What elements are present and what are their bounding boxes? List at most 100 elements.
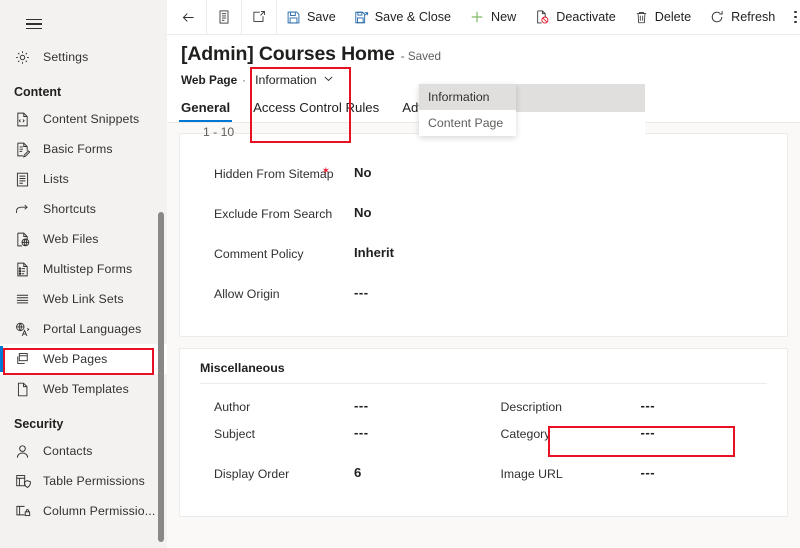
sidebar-item-content-snippets[interactable]: Content Snippets [0, 104, 167, 134]
save-and-close-icon [354, 10, 369, 25]
contact-icon [14, 443, 31, 460]
delete-button[interactable]: Delete [625, 0, 700, 35]
sidebar-item-shortcuts[interactable]: Shortcuts [0, 194, 167, 224]
field-label: Allow Origin [214, 284, 354, 303]
form-selector-value: Information [255, 73, 317, 87]
separator-dot: · [242, 73, 246, 87]
sidebar-item-label: Contacts [43, 444, 93, 458]
sidebar-item-settings[interactable]: Settings [0, 42, 167, 72]
save-icon [286, 10, 301, 25]
shortcut-icon [14, 201, 31, 218]
dropdown-option-information[interactable]: Information [419, 84, 516, 110]
new-button[interactable]: New [460, 0, 525, 35]
hamburger-menu-icon[interactable] [14, 8, 54, 40]
column-permission-icon [14, 503, 31, 520]
save-and-close-button[interactable]: Save & Close [345, 0, 460, 35]
sidebar-item-multistep-forms[interactable]: Multistep Forms [0, 254, 167, 284]
partial-hidden-row-text: 1 - 10 [203, 125, 234, 139]
form-icon [14, 141, 31, 158]
form-list-button[interactable] [207, 0, 241, 35]
sidebar-item-label: Column Permissio... [43, 504, 155, 518]
sidebar-item-web-files[interactable]: Web Files [0, 224, 167, 254]
form-field-exclude-from-search[interactable]: Exclude From Search No [214, 204, 501, 223]
field-label: Subject [214, 424, 354, 443]
section-heading-miscellaneous: Miscellaneous [180, 349, 787, 383]
link-set-icon [14, 291, 31, 308]
form-card-general: Hidden From Sitemap ✶ No Exclude From Se… [179, 133, 788, 337]
delete-button-label: Delete [655, 10, 691, 24]
field-value: --- [641, 424, 656, 440]
trash-icon [634, 10, 649, 25]
sidebar-item-table-permissions[interactable]: Table Permissions [0, 466, 167, 496]
field-value: --- [354, 284, 369, 300]
deactivate-button[interactable]: Deactivate [525, 0, 625, 35]
tab-access-control-rules[interactable]: Access Control Rules [253, 100, 379, 122]
refresh-button[interactable]: Refresh [700, 0, 784, 35]
gear-icon [14, 49, 31, 66]
sidebar-scrollbar[interactable] [158, 212, 164, 542]
form-selector-dropdown[interactable]: Information Content Page [419, 84, 516, 136]
form-field-hidden-from-sitemap[interactable]: Hidden From Sitemap ✶ No [214, 164, 501, 183]
form-field-image-url[interactable]: Image URL --- [501, 464, 788, 483]
form-field-description[interactable]: Description --- [501, 397, 788, 416]
form-field-subject[interactable]: Subject --- [214, 424, 501, 443]
form-row: Hidden From Sitemap ✶ No [180, 164, 787, 204]
sidebar-item-web-pages[interactable]: Web Pages [0, 344, 167, 374]
sidebar-item-web-templates[interactable]: Web Templates [0, 374, 167, 404]
field-label: Category [501, 424, 641, 443]
field-value: 6 [354, 464, 361, 480]
sidebar-group-title-security: Security [0, 417, 167, 431]
tab-general[interactable]: General [181, 100, 230, 122]
form-field-comment-policy[interactable]: Comment Policy Inherit [214, 244, 501, 263]
field-label-text: Hidden From Sitemap [214, 167, 334, 181]
field-label: Comment Policy [214, 244, 354, 263]
sidebar-scrollbar-thumb[interactable] [158, 212, 164, 542]
back-button[interactable] [171, 0, 206, 35]
form-field-allow-origin[interactable]: Allow Origin --- [214, 284, 501, 303]
sidebar: Settings Content Content Snippets Bas [0, 0, 167, 548]
more-vertical-icon [794, 11, 797, 24]
sidebar-group-title-content: Content [0, 85, 167, 99]
chevron-down-icon [323, 73, 334, 87]
save-state-label: - Saved [401, 50, 441, 63]
sidebar-item-basic-forms[interactable]: Basic Forms [0, 134, 167, 164]
form-field-display-order[interactable]: Display Order 6 [214, 464, 501, 483]
field-label: Author [214, 397, 354, 416]
sidebar-item-label: Content Snippets [43, 112, 139, 126]
form-field-author[interactable]: Author --- [214, 397, 501, 416]
dropdown-option-content-page[interactable]: Content Page [419, 110, 516, 136]
deactivate-icon [534, 9, 550, 25]
sidebar-item-label: Web Link Sets [43, 292, 124, 306]
form-selector[interactable]: Information [251, 71, 340, 89]
sidebar-item-label: Basic Forms [43, 142, 113, 156]
overflow-menu-button[interactable] [784, 0, 800, 35]
sidebar-item-web-link-sets[interactable]: Web Link Sets [0, 284, 167, 314]
save-button[interactable]: Save [277, 0, 345, 35]
command-bar: Save Save & Close [167, 0, 800, 35]
field-value: --- [354, 397, 369, 413]
refresh-icon [709, 9, 725, 25]
table-row: Author --- Description --- [180, 384, 787, 424]
record-header: [Admin] Courses Home - Saved Web Page · … [167, 35, 800, 90]
field-label: Hidden From Sitemap ✶ [214, 164, 354, 183]
form-field-category[interactable]: Category --- [501, 424, 788, 443]
language-icon [14, 321, 31, 338]
app-root: Settings Content Content Snippets Bas [0, 0, 800, 548]
sidebar-item-label: Web Templates [43, 382, 129, 396]
sidebar-item-column-permissions[interactable]: Column Permissio... [0, 496, 167, 526]
sidebar-item-label: Multistep Forms [43, 262, 132, 276]
form-content: 1 - 10 Hidden From Sitemap ✶ No Exclude … [167, 123, 800, 517]
sidebar-item-lists[interactable]: Lists [0, 164, 167, 194]
popout-button[interactable] [242, 0, 276, 35]
form-row: Comment Policy Inherit [180, 244, 787, 284]
page-title: [Admin] Courses Home [181, 43, 395, 66]
field-value: --- [641, 397, 656, 413]
sidebar-item-contacts[interactable]: Contacts [0, 436, 167, 466]
sidebar-item-portal-languages[interactable]: Portal Languages [0, 314, 167, 344]
field-label: Display Order [214, 464, 354, 483]
deactivate-button-label: Deactivate [556, 10, 616, 24]
new-button-label: New [491, 10, 516, 24]
field-value: No [354, 204, 371, 220]
sidebar-item-label: Table Permissions [43, 474, 145, 488]
snippet-icon [14, 111, 31, 128]
